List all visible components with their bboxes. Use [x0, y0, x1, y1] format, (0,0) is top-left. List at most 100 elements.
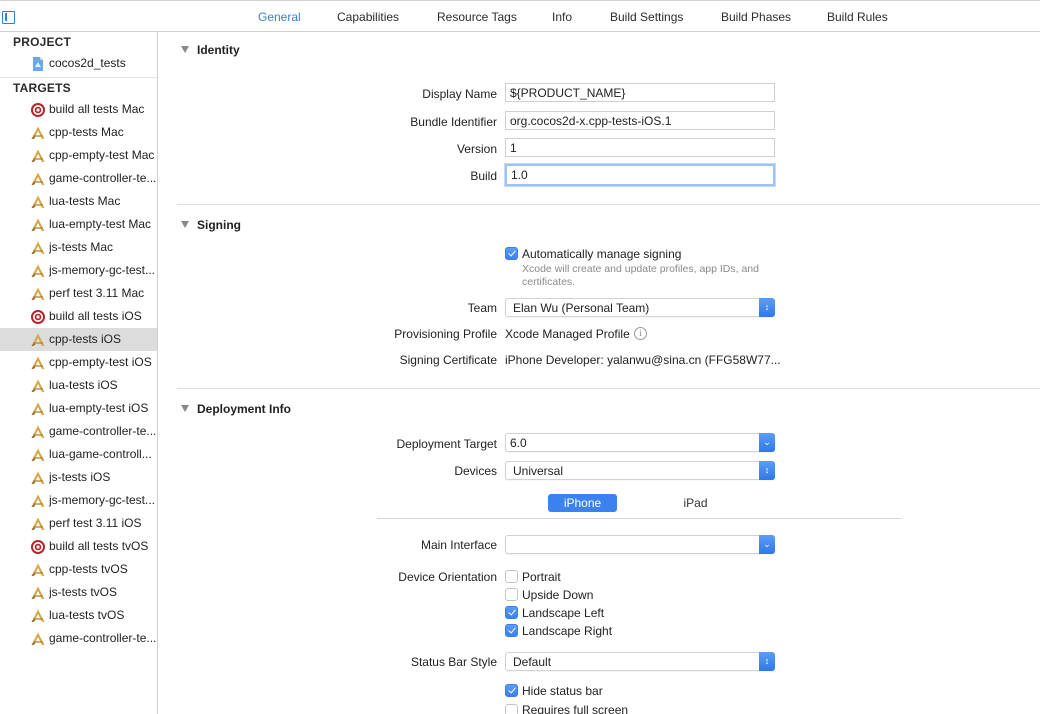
requires-full-screen-label: Requires full screen	[522, 703, 629, 714]
sidebar-target-item[interactable]: js-memory-gc-test...	[0, 259, 157, 282]
deployment-target-value: 6.0	[510, 436, 527, 450]
version-label: Version	[456, 142, 497, 156]
sidebar-item-label: js-tests iOS	[49, 470, 111, 484]
sidebar-target-item[interactable]: cpp-tests iOS	[0, 328, 157, 351]
sidebar-target-item[interactable]: js-tests iOS	[0, 466, 157, 489]
deployment-target-label: Deployment Target	[396, 437, 498, 451]
updown-chevron-icon: ↕	[759, 461, 775, 480]
tab-build-settings[interactable]: Build Settings	[610, 10, 683, 24]
sidebar-target-item[interactable]: js-tests Mac	[0, 236, 157, 259]
sidebar-item-label: game-controller-te...	[49, 424, 157, 438]
sidebar-target-item[interactable]: lua-tests iOS	[0, 374, 157, 397]
chevron-down-icon[interactable]: ⌄	[759, 535, 775, 554]
tab-info[interactable]: Info	[552, 10, 572, 24]
sidebar-item-label: cpp-tests iOS	[49, 332, 122, 346]
build-field[interactable]	[505, 164, 775, 186]
app-target-icon	[30, 401, 46, 417]
devices-label: Devices	[454, 464, 497, 478]
sidebar-target-item[interactable]: game-controller-te...	[0, 420, 157, 443]
sidebar-target-item[interactable]: game-controller-te...	[0, 627, 157, 650]
team-popup[interactable]: Elan Wu (Personal Team) ↕	[505, 298, 775, 317]
sidebar-target-item[interactable]: cpp-tests Mac	[0, 121, 157, 144]
chevron-down-icon[interactable]: ⌄	[759, 433, 775, 452]
section-title-identity: Identity	[197, 43, 240, 57]
sidebar-target-item[interactable]: perf test 3.11 iOS	[0, 512, 157, 535]
sidebar-item-label: cpp-empty-test Mac	[49, 148, 155, 162]
sidebar-item-label: game-controller-te...	[49, 631, 157, 645]
device-segment-divider	[377, 518, 902, 519]
auto-manage-signing-checkbox[interactable]	[505, 247, 518, 260]
disclosure-triangle-icon[interactable]	[181, 46, 189, 53]
hide-status-bar-checkbox[interactable]	[505, 684, 518, 697]
sidebar-target-item[interactable]: cpp-empty-test iOS	[0, 351, 157, 374]
sidebar-target-item[interactable]: lua-empty-test iOS	[0, 397, 157, 420]
section-title-signing: Signing	[197, 218, 241, 232]
app-target-icon	[30, 240, 46, 256]
tab-build-phases[interactable]: Build Phases	[721, 10, 791, 24]
disclosure-triangle-icon[interactable]	[181, 221, 189, 228]
app-target-icon	[30, 125, 46, 141]
deployment-target-combobox[interactable]: 6.0 ⌄	[505, 433, 775, 452]
sidebar-target-item[interactable]: build all tests Mac	[0, 98, 157, 121]
sidebar-item-label: build all tests iOS	[49, 309, 142, 323]
landscape-left-checkbox[interactable]	[505, 606, 518, 619]
landscape-right-label: Landscape Right	[522, 624, 613, 638]
sidebar-target-item[interactable]: build all tests tvOS	[0, 535, 157, 558]
sidebar-toggle-icon[interactable]	[2, 11, 15, 24]
provisioning-profile-value: Xcode Managed Profile	[505, 327, 630, 341]
app-target-icon	[30, 332, 46, 348]
aggregate-target-icon	[30, 102, 46, 118]
display-name-field[interactable]	[505, 83, 775, 102]
hide-status-bar-label: Hide status bar	[522, 684, 603, 698]
sidebar-item-label: build all tests Mac	[49, 102, 145, 116]
sidebar-target-item[interactable]: cpp-empty-test Mac	[0, 144, 157, 167]
sidebar-target-item[interactable]: lua-game-controll...	[0, 443, 157, 466]
sidebar-target-item[interactable]: lua-tests tvOS	[0, 604, 157, 627]
sidebar-item-label: lua-tests Mac	[49, 194, 121, 208]
sidebar-target-item[interactable]: cpp-tests tvOS	[0, 558, 157, 581]
app-target-icon	[30, 424, 46, 440]
updown-chevron-icon: ↕	[759, 298, 775, 317]
requires-full-screen-checkbox[interactable]	[505, 704, 518, 714]
landscape-left-label: Landscape Left	[522, 606, 605, 620]
version-field[interactable]	[505, 138, 775, 157]
sidebar-item-label: cocos2d_tests	[49, 56, 126, 70]
device-orientation-label: Device Orientation	[398, 570, 497, 584]
sidebar-target-item[interactable]: lua-empty-test Mac	[0, 213, 157, 236]
portrait-checkbox[interactable]	[505, 570, 518, 583]
landscape-right-checkbox[interactable]	[505, 624, 518, 637]
tab-capabilities[interactable]: Capabilities	[337, 10, 399, 24]
sidebar-item-label: perf test 3.11 Mac	[49, 286, 145, 300]
updown-chevron-icon: ↕	[759, 652, 775, 671]
sidebar-target-item[interactable]: game-controller-te...	[0, 167, 157, 190]
app-target-icon	[30, 470, 46, 486]
segment-ipad[interactable]: iPad	[659, 494, 732, 512]
sidebar-item-label: build all tests tvOS	[49, 539, 149, 553]
segment-iphone[interactable]: iPhone	[548, 494, 617, 512]
sidebar-target-item[interactable]: js-tests tvOS	[0, 581, 157, 604]
section-divider	[177, 388, 1040, 389]
app-target-icon	[30, 631, 46, 647]
upside-down-checkbox[interactable]	[505, 588, 518, 601]
disclosure-triangle-icon[interactable]	[181, 405, 189, 412]
display-name-label: Display Name	[422, 87, 497, 101]
devices-popup[interactable]: Universal ↕	[505, 461, 775, 480]
status-bar-style-popup[interactable]: Default ↕	[505, 652, 775, 671]
info-icon[interactable]: i	[634, 327, 647, 340]
devices-value: Universal	[513, 464, 564, 478]
sidebar-item-label: cpp-empty-test iOS	[49, 355, 152, 369]
sidebar-target-item[interactable]: perf test 3.11 Mac	[0, 282, 157, 305]
sidebar-target-item[interactable]: build all tests iOS	[0, 305, 157, 328]
tab-resource-tags[interactable]: Resource Tags	[437, 10, 517, 24]
aggregate-target-icon	[30, 539, 46, 555]
bundle-identifier-field[interactable]	[505, 111, 775, 130]
sidebar-item-label: lua-empty-test Mac	[49, 217, 152, 231]
sidebar-target-item[interactable]: js-memory-gc-test...	[0, 489, 157, 512]
sidebar-target-item[interactable]: lua-tests Mac	[0, 190, 157, 213]
main-interface-combobox[interactable]: ⌄	[505, 535, 775, 554]
sidebar-item-label: lua-tests tvOS	[49, 608, 125, 622]
app-target-icon	[30, 378, 46, 394]
sidebar-item-project[interactable]: cocos2d_tests	[0, 52, 157, 75]
tab-general[interactable]: General	[258, 10, 301, 24]
tab-build-rules[interactable]: Build Rules	[827, 10, 888, 24]
